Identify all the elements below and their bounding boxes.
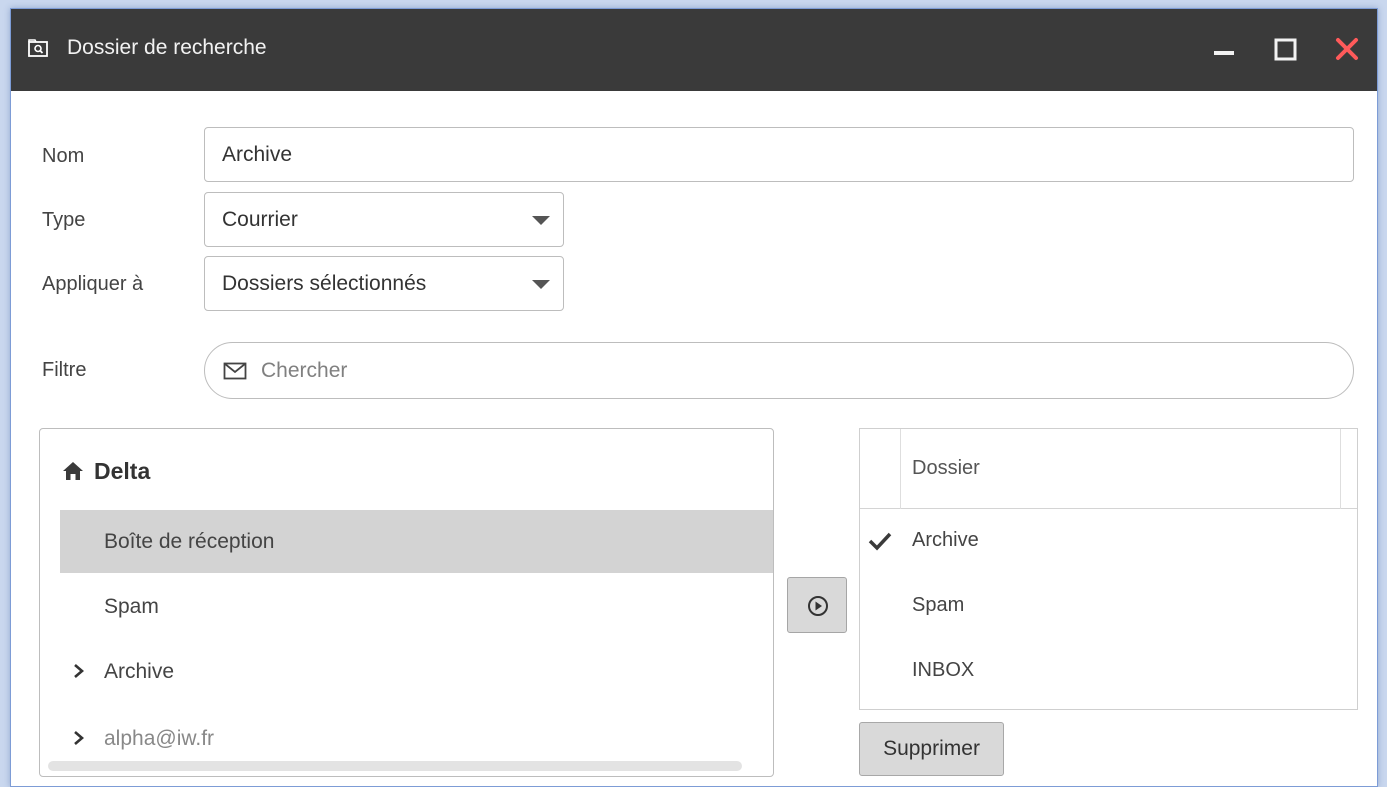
search-folder-icon [28,39,48,57]
chevron-down-icon [532,215,550,225]
window-title: Dossier de recherche [67,36,267,59]
filter-label: Filtre [42,359,87,381]
tree-item-spam[interactable]: Spam [60,575,773,638]
filter-search-input[interactable]: Chercher [204,342,1354,399]
play-circle-icon [808,596,828,616]
maximize-button[interactable] [1267,31,1303,67]
apply-label: Appliquer à [42,273,144,295]
home-icon [63,462,83,480]
tree-item-inbox[interactable]: Boîte de réception [60,510,773,573]
tree-root-label: Delta [94,457,151,484]
minimize-button[interactable] [1207,31,1243,67]
grid-header: Dossier [860,429,1357,509]
column-divider[interactable] [900,429,901,509]
column-divider[interactable] [1340,429,1341,509]
name-label: Nom [42,145,85,167]
apply-to-select[interactable]: Dossiers sélectionnés [204,256,564,311]
row-label: INBOX [912,659,975,681]
checkmark-icon [868,532,892,551]
horizontal-scrollbar[interactable] [48,761,742,771]
tree-item-archive[interactable]: Archive [60,640,773,703]
column-header-folder[interactable]: Dossier [912,457,980,480]
chevron-right-icon[interactable] [72,663,86,679]
chevron-down-icon [532,279,550,289]
title-bar: Dossier de recherche [11,9,1377,91]
row-label: Spam [912,594,965,616]
tree-item-label: Spam [104,594,159,618]
tree-item-label: Archive [104,659,175,683]
envelope-icon [223,362,247,380]
row-label: Archive [912,529,979,551]
table-row[interactable]: INBOX [860,639,1357,704]
type-select[interactable]: Courrier [204,192,564,247]
filter-placeholder: Chercher [261,359,348,382]
name-input[interactable]: Archive [204,127,1354,182]
add-folder-button[interactable] [787,577,847,633]
apply-to-select-value: Dossiers sélectionnés [222,271,427,295]
folder-tree[interactable]: Delta Boîte de réception Spam Archive al… [39,428,774,777]
tree-item-label: Boîte de réception [104,529,275,553]
close-button[interactable] [1329,31,1365,67]
search-folder-dialog: Dossier de recherche Nom Archive Type Co… [10,8,1378,787]
tree-root-account[interactable]: Delta [62,457,150,485]
close-icon [1336,38,1358,60]
chevron-right-icon[interactable] [72,730,86,746]
tree-item-label: alpha@iw.fr [104,726,215,750]
type-select-value: Courrier [222,207,298,231]
table-row[interactable]: Archive [860,509,1357,574]
delete-button[interactable]: Supprimer [859,722,1004,776]
selected-folders-grid: Dossier Archive Spam INBOX [859,428,1358,710]
minimize-icon [1214,51,1234,55]
table-row[interactable]: Spam [860,574,1357,639]
name-input-value: Archive [222,142,293,166]
type-label: Type [42,209,86,231]
maximize-icon [1274,38,1297,61]
